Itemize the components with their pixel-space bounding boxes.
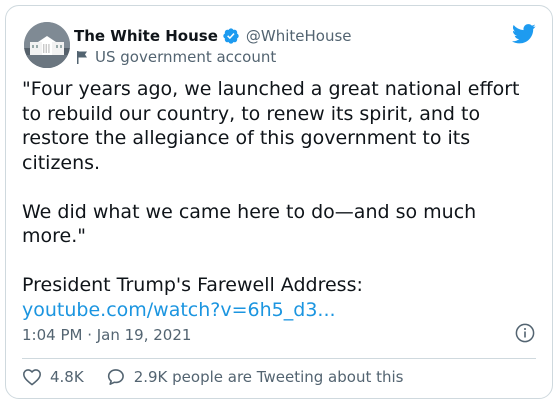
author-row: The White House @WhiteHouse [74,25,352,47]
author-handle[interactable]: @WhiteHouse [246,27,352,45]
speech-bubble-icon [107,369,124,385]
info-icon[interactable] [515,323,535,343]
account-label: US government account [76,48,276,66]
avatar[interactable] [24,22,70,68]
heart-icon [23,369,41,386]
tweet-actions: 4.8K 2.9K people are Tweeting about this [22,365,403,389]
youtube-link[interactable]: youtube.com/watch?v=6h5_d3... [22,299,336,321]
timestamp[interactable]: 1:04 PM · Jan 19, 2021 [22,326,191,344]
author-display-name[interactable]: The White House [74,27,218,45]
tweet-footer-text: President Trump's Farewell Address: [22,274,363,296]
divider [22,358,536,359]
account-label-text: US government account [95,48,277,66]
conversation-button[interactable]: 2.9K people are Tweeting about this [106,367,404,387]
tweet-text: "Four years ago, we launched a great nat… [22,77,542,322]
conversation-count: 2.9K people are Tweeting about this [133,368,404,386]
tweet-card: The White House @WhiteHouse US governmen… [5,5,553,399]
tweet-paragraph: We did what we came here to do—and so mu… [22,200,477,248]
verified-badge-icon [222,27,240,45]
tweet-paragraph: "Four years ago, we launched a great nat… [22,78,520,174]
twitter-logo-icon[interactable] [512,24,536,44]
white-house-avatar [24,22,70,68]
like-count: 4.8K [50,368,84,386]
like-button[interactable]: 4.8K [22,368,84,386]
flag-icon [76,50,88,64]
